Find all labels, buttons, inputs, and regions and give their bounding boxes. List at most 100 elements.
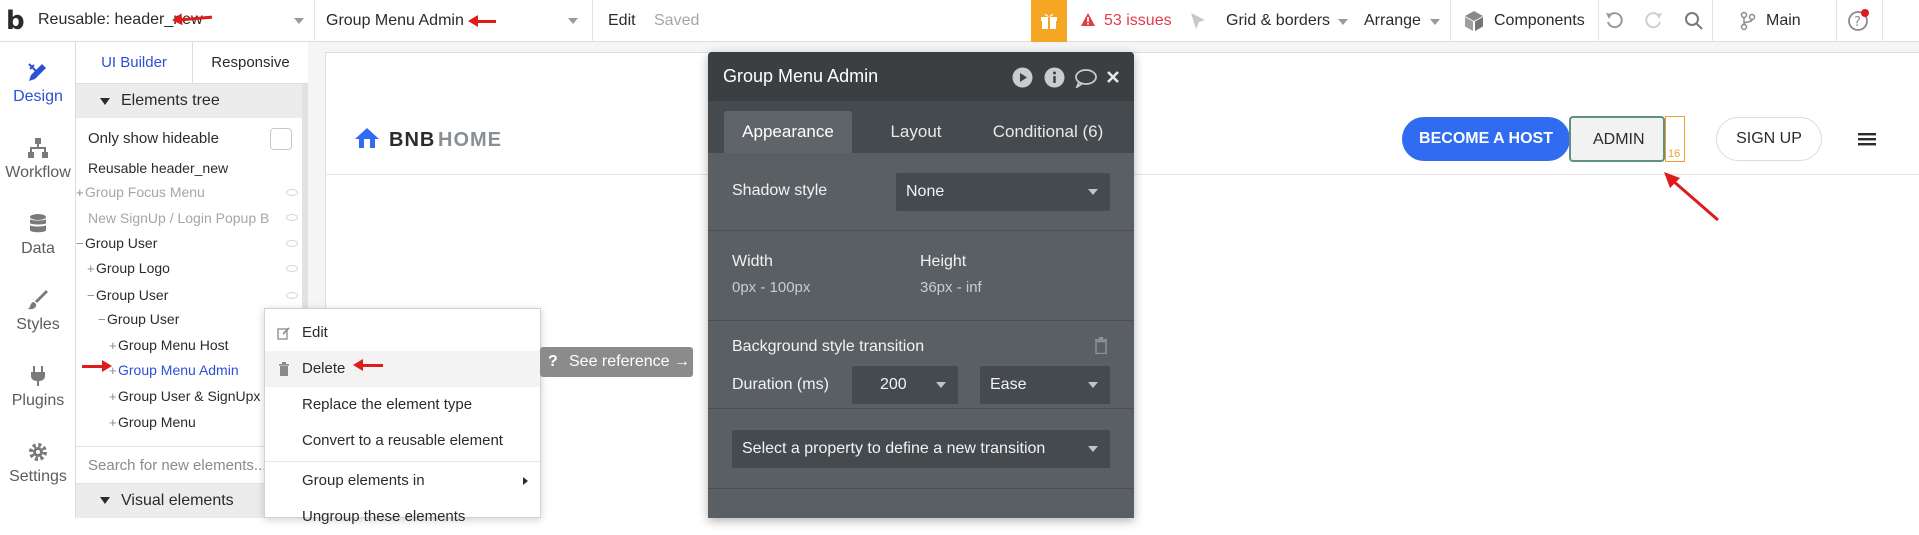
- nav-workflow[interactable]: Workflow: [0, 136, 76, 182]
- eye-icon[interactable]: [286, 240, 298, 247]
- arrange-menu[interactable]: Arrange: [1364, 0, 1444, 42]
- nav-design-label: Design: [13, 88, 63, 105]
- tree-item[interactable]: −Group User: [87, 284, 168, 306]
- duration-value: 200: [880, 376, 907, 393]
- gift-button[interactable]: [1031, 0, 1067, 42]
- nav-styles[interactable]: Styles: [0, 288, 76, 334]
- ctx-delete[interactable]: Delete: [265, 351, 540, 387]
- chevron-down-icon: [1338, 19, 1348, 25]
- eye-icon[interactable]: [286, 292, 298, 299]
- annotation-arrow: [361, 364, 383, 367]
- edit-icon: [277, 327, 290, 340]
- gift-icon: [1041, 13, 1057, 29]
- tab-conditional[interactable]: Conditional (6): [978, 111, 1118, 153]
- help-icon: ?: [1848, 9, 1869, 31]
- duration-dropdown[interactable]: 200: [852, 366, 958, 404]
- ctx-delete-label: Delete: [302, 360, 346, 377]
- annotation-arrow-head: [353, 359, 363, 371]
- tree-item-label: Reusable header_new: [88, 160, 229, 176]
- tree-item[interactable]: −Group User: [98, 308, 179, 330]
- tab-layout[interactable]: Layout: [866, 111, 966, 153]
- redo-icon[interactable]: [1642, 10, 1664, 32]
- tree-item[interactable]: +Group Menu Host: [109, 334, 229, 356]
- branch-selector[interactable]: Main: [1740, 0, 1840, 42]
- tree-item[interactable]: New SignUp / Login Popup B: [88, 207, 269, 229]
- expand-icon[interactable]: +: [109, 386, 118, 408]
- easing-dropdown[interactable]: Ease: [980, 366, 1110, 404]
- nav-design[interactable]: Design: [0, 60, 76, 106]
- tree-item[interactable]: −Group User: [76, 232, 157, 254]
- components-button[interactable]: Components: [1460, 0, 1590, 42]
- only-hideable-checkbox[interactable]: [270, 128, 292, 150]
- tab-responsive-label: Responsive: [211, 54, 290, 71]
- cursor-icon[interactable]: [1188, 11, 1208, 31]
- element-selector[interactable]: Group Menu Admin: [316, 0, 590, 42]
- nav-data[interactable]: Data: [0, 212, 76, 258]
- ctx-replace-type[interactable]: Replace the element type: [265, 387, 540, 423]
- admin-group-selected[interactable]: ADMIN: [1569, 116, 1665, 162]
- eye-icon[interactable]: [286, 189, 298, 196]
- database-icon: [30, 214, 46, 233]
- eye-icon[interactable]: [286, 214, 298, 221]
- eye-icon[interactable]: [286, 265, 298, 272]
- shadow-style-value: None: [906, 183, 945, 200]
- hamburger-menu-icon[interactable]: [1858, 132, 1876, 146]
- expand-icon[interactable]: +: [109, 335, 118, 357]
- search-elements-input[interactable]: Search for new elements...: [88, 457, 266, 474]
- workflow-tree-icon: [28, 138, 48, 158]
- nav-plugins[interactable]: Plugins: [0, 364, 76, 410]
- tree-item-label: Group User: [107, 311, 180, 327]
- tab-responsive[interactable]: Responsive: [192, 42, 308, 84]
- height-value[interactable]: 36px - inf: [920, 279, 982, 296]
- ctx-ungroup[interactable]: Ungroup these elements: [265, 499, 540, 535]
- collapse-icon[interactable]: −: [87, 285, 96, 307]
- close-icon[interactable]: [1106, 70, 1120, 84]
- help-button[interactable]: ?: [1846, 9, 1870, 33]
- warning-icon: [1081, 13, 1095, 26]
- become-host-button[interactable]: BECOME A HOST: [1402, 117, 1570, 161]
- ctx-group-in[interactable]: Group elements in: [265, 463, 540, 499]
- issues-button[interactable]: 53 issues: [1078, 0, 1178, 42]
- undo-icon[interactable]: [1604, 10, 1626, 32]
- left-nav: Design Workflow Data Styles Plugins Sett…: [0, 42, 76, 518]
- ctx-convert-reusable[interactable]: Convert to a reusable element: [265, 423, 540, 459]
- editor-titlebar[interactable]: Group Menu Admin: [708, 52, 1134, 101]
- chevron-right-icon: [523, 477, 528, 485]
- duration-label: Duration (ms): [732, 376, 829, 393]
- ctx-edit[interactable]: Edit: [265, 315, 540, 351]
- comment-icon[interactable]: [1074, 68, 1098, 88]
- collapse-icon[interactable]: −: [98, 309, 107, 331]
- grid-borders-menu[interactable]: Grid & borders: [1226, 0, 1352, 42]
- visual-elements-header[interactable]: Visual elements: [76, 484, 266, 518]
- expand-icon[interactable]: +: [87, 258, 96, 280]
- play-icon[interactable]: [1012, 67, 1033, 88]
- property-editor: Group Menu Admin Appearance Layout Condi…: [708, 52, 1134, 518]
- shadow-style-dropdown[interactable]: None: [896, 173, 1110, 211]
- tree-item[interactable]: Reusable header_new: [88, 157, 228, 179]
- see-reference-button[interactable]: ? See reference →: [540, 347, 693, 377]
- collapse-icon[interactable]: −: [76, 233, 85, 255]
- tree-item[interactable]: +Group Logo: [87, 257, 170, 279]
- tab-appearance[interactable]: Appearance: [724, 111, 852, 153]
- tab-conditional-label: Conditional (6): [992, 122, 1104, 141]
- trash-icon[interactable]: [1094, 337, 1108, 354]
- sign-up-button[interactable]: SIGN UP: [1716, 117, 1822, 161]
- nav-settings[interactable]: Settings: [0, 440, 76, 486]
- tree-item-selected[interactable]: +Group Menu Admin: [109, 359, 239, 381]
- elements-tree-header[interactable]: Elements tree: [76, 84, 308, 118]
- edit-menu[interactable]: Edit: [608, 12, 636, 30]
- context-menu: Edit Delete Replace the element type Con…: [264, 308, 541, 525]
- info-icon[interactable]: [1044, 67, 1065, 88]
- expand-icon[interactable]: +: [76, 182, 85, 204]
- tree-item[interactable]: +Group Focus Menu: [76, 181, 205, 203]
- expand-icon[interactable]: +: [109, 412, 118, 434]
- tab-ui-builder[interactable]: UI Builder: [76, 42, 192, 84]
- width-value[interactable]: 0px - 100px: [732, 279, 810, 296]
- tree-item-label: Group Menu: [118, 414, 196, 430]
- new-transition-dropdown[interactable]: Select a property to define a new transi…: [732, 430, 1110, 468]
- bubble-logo[interactable]: b: [6, 6, 25, 36]
- search-icon[interactable]: [1684, 11, 1704, 31]
- visual-elements-label: Visual elements: [121, 492, 234, 509]
- tree-item[interactable]: +Group Menu: [109, 411, 196, 433]
- tree-item[interactable]: +Group User & SignUpx: [109, 385, 260, 407]
